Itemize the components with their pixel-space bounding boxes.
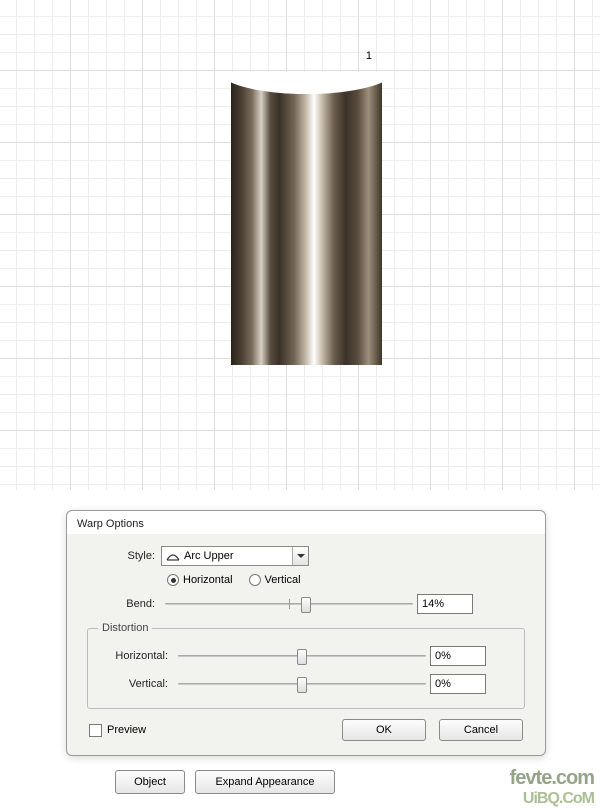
distortion-horizontal-value[interactable]: 0% (430, 646, 486, 666)
cancel-button[interactable]: Cancel (439, 719, 523, 741)
distortion-vertical-slider[interactable] (178, 675, 426, 693)
bend-value-input[interactable]: 14% (417, 594, 473, 614)
distortion-vertical-label: Vertical: (98, 678, 174, 690)
canvas-caption: 1 (366, 50, 372, 62)
canvas-grid: 1 (0, 0, 600, 490)
chevron-down-icon[interactable] (292, 547, 308, 565)
style-dropdown[interactable]: Arc Upper (161, 546, 309, 566)
radio-circle-icon (249, 574, 261, 586)
dialog-area: Warp Options Style: Arc Upper (0, 490, 600, 810)
arc-upper-icon (166, 550, 180, 562)
warp-options-dialog: Warp Options Style: Arc Upper (66, 510, 546, 756)
expand-appearance-button[interactable]: Expand Appearance (195, 770, 335, 794)
distortion-legend: Distortion (98, 622, 152, 634)
watermark-line1: fevte.com (510, 767, 594, 790)
orientation-vertical-label: Vertical (265, 574, 301, 586)
watermark-line2: UiBQ.CoM (523, 790, 594, 808)
bend-label: Bend: (85, 598, 161, 610)
cylinder-artwork[interactable] (231, 72, 382, 365)
dialog-title: Warp Options (67, 511, 545, 534)
object-button[interactable]: Object (115, 770, 185, 794)
distortion-group: Distortion Horizontal: 0% Vertical: (87, 622, 525, 709)
cylinder-gradient (231, 72, 382, 365)
orientation-vertical-radio[interactable]: Vertical (249, 574, 301, 586)
checkbox-icon (89, 724, 102, 737)
bend-slider[interactable] (165, 595, 413, 613)
style-value: Arc Upper (184, 550, 234, 562)
distortion-horizontal-label: Horizontal: (98, 650, 174, 662)
preview-label: Preview (107, 724, 146, 736)
orientation-horizontal-label: Horizontal (183, 574, 233, 586)
preview-checkbox[interactable]: Preview (89, 724, 146, 737)
ok-button[interactable]: OK (342, 719, 426, 741)
distortion-horizontal-slider[interactable] (178, 647, 426, 665)
radio-circle-icon (167, 574, 179, 586)
distortion-vertical-value[interactable]: 0% (430, 674, 486, 694)
orientation-horizontal-radio[interactable]: Horizontal (167, 574, 233, 586)
style-label: Style: (85, 550, 161, 562)
